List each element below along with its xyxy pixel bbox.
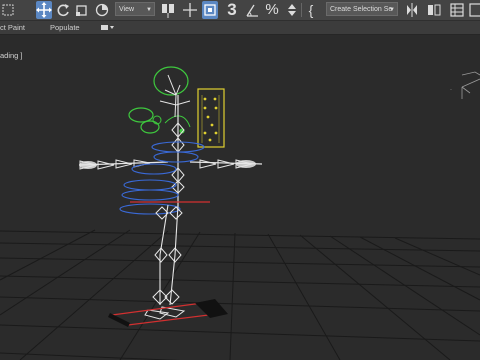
mirror-icon[interactable] [404, 1, 420, 19]
layer-explorer-icon[interactable] [468, 1, 480, 19]
pivot-icon[interactable] [160, 1, 176, 19]
tab-populate[interactable]: Populate [50, 21, 80, 34]
ribbon-bar: ct Paint Populate [0, 21, 480, 35]
edit-named-selection-label: { [308, 2, 314, 18]
spinner-snap-icon[interactable] [284, 1, 300, 19]
viewport-scene: · [0, 66, 480, 360]
snap-3d-label: 3 [227, 0, 237, 19]
ground-grid [0, 229, 480, 360]
angle-snap-icon[interactable] [244, 1, 260, 19]
keyboard-shortcut-icon[interactable] [202, 1, 218, 19]
named-selection-set-label: Create Selection Se [330, 6, 393, 13]
ribbon-options-icon[interactable] [100, 21, 116, 34]
tab-object-paint[interactable]: ct Paint [0, 21, 25, 34]
viewcube: · [450, 71, 480, 99]
snap-3d-icon[interactable]: 3 [224, 1, 240, 19]
view-dropdown[interactable]: View ▼ [115, 2, 155, 16]
chevron-down-icon: ▼ [389, 7, 395, 13]
select-move-icon[interactable] [36, 1, 52, 19]
toolbar-divider [301, 3, 302, 17]
toggle-scene-explorer-icon[interactable] [449, 1, 465, 19]
svg-text:·: · [450, 87, 452, 93]
align-icon[interactable] [426, 1, 442, 19]
percent-icon[interactable] [94, 1, 110, 19]
edit-named-selection-icon[interactable]: { [306, 1, 316, 19]
chevron-down-icon: ▼ [146, 7, 152, 13]
named-selection-set-dropdown[interactable]: Create Selection Se ▼ [326, 2, 398, 16]
perspective-viewport[interactable]: ading ] · [0, 35, 480, 360]
view-dropdown-label: View [119, 6, 135, 13]
select-rotate-icon[interactable] [55, 1, 71, 19]
character-rig[interactable] [79, 66, 263, 327]
select-scale-icon[interactable] [74, 1, 90, 19]
percent-snap-icon[interactable]: % [264, 1, 280, 19]
axis-constraint-icon[interactable] [182, 1, 198, 19]
selection-region-icon[interactable] [0, 1, 16, 19]
main-toolbar: View ▼ 3 % { Create Selection Se ▼ [0, 0, 480, 21]
